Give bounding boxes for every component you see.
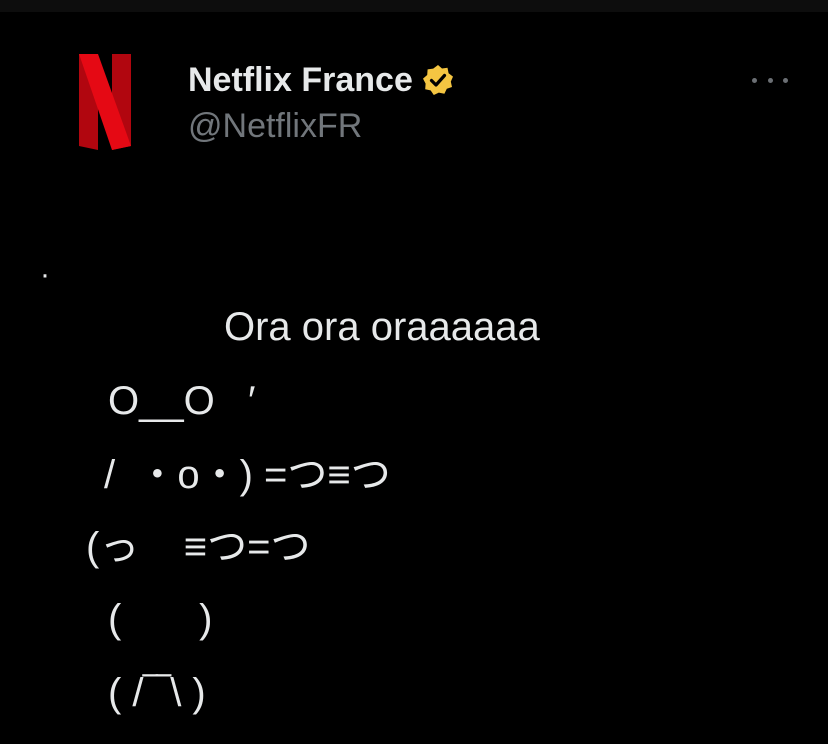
ellipsis-icon-dot [783,77,788,83]
netflix-logo-icon [79,54,131,150]
more-options-button[interactable] [752,70,788,90]
tweet-text-line: · [40,258,50,291]
display-name-text: Netflix France [188,61,413,99]
ascii-art-line: O__O ′ [108,379,256,423]
ascii-art-line: / ・o・) =つ≡つ [104,453,391,497]
tweet-text: · Ora ora oraaaaaa O__O ′ / ・o・) =つ≡つ (っ… [0,240,828,740]
author-handle[interactable]: @NetflixFR [188,106,362,146]
ellipsis-icon-dot [767,77,773,83]
ascii-art-line: ( /‾‾\ ) [108,671,206,715]
verified-badge-icon [421,63,455,97]
netflix-logo-avatar[interactable] [70,50,140,154]
ascii-art-line: ( ) [108,597,213,641]
top-bar [0,0,828,12]
ellipsis-icon-dot [752,77,757,83]
ascii-art-line: (っ ≡つ=つ [86,525,311,569]
tweet-text-line: Ora ora oraaaaaa [224,305,540,349]
author-display-name[interactable]: Netflix France [188,60,455,100]
